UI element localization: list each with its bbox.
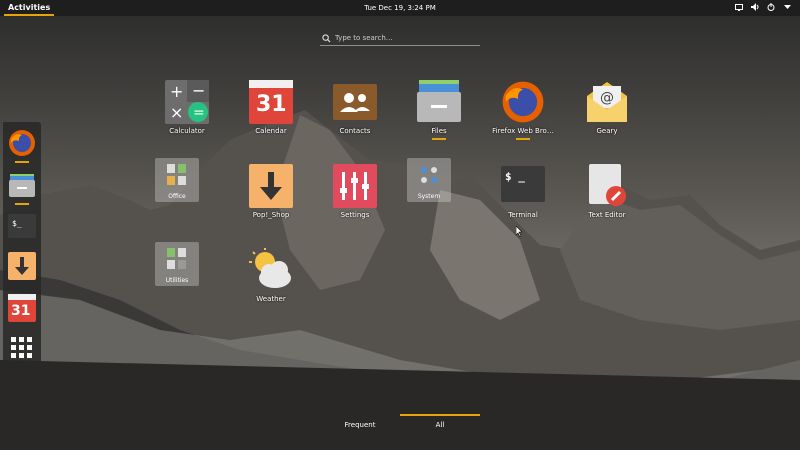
app-folder-office[interactable]: Office [134, 158, 220, 228]
app-calculator[interactable]: + − × = Calculator [144, 80, 230, 150]
firefox-icon [9, 130, 35, 156]
folder-icon: System [407, 158, 451, 202]
utilities-apps-preview [167, 248, 186, 269]
firefox-icon [502, 81, 544, 123]
terminal-prompt: $_ [12, 219, 22, 228]
show-applications-button[interactable] [6, 332, 38, 364]
app-label: Pop!_Shop [252, 211, 290, 219]
app-grid-icon [11, 337, 32, 358]
folder-label: Utilities [165, 277, 189, 284]
calculator-icon: + −× = [165, 80, 209, 124]
activities-button[interactable]: Activities [0, 0, 58, 16]
terminal-prompt: $ _ [505, 170, 525, 183]
shop-icon [8, 252, 36, 280]
running-indicator [432, 138, 446, 140]
app-label: Settings [340, 211, 370, 219]
app-pop-shop[interactable]: Pop!_Shop [228, 164, 314, 234]
app-label: Weather [256, 295, 286, 303]
search-icon [322, 33, 331, 43]
app-label: Calendar [255, 127, 287, 135]
contacts-icon [333, 84, 377, 120]
office-apps-preview [167, 164, 186, 185]
dock-item-terminal[interactable]: $_ [6, 210, 38, 242]
tab-all[interactable]: All [400, 414, 480, 434]
chevron-down-icon[interactable] [782, 4, 792, 12]
app-label: Terminal [508, 211, 538, 219]
search-bar[interactable] [320, 31, 480, 46]
svg-text:@: @ [600, 90, 614, 106]
svg-text:×: × [170, 103, 183, 122]
app-text-editor[interactable]: Text Editor [564, 164, 650, 234]
app-weather[interactable]: Weather [228, 248, 314, 318]
folder-icon: Utilities [155, 242, 199, 286]
clock-label[interactable]: Tue Dec 19, 3:24 PM [364, 4, 436, 12]
clock: Tue Dec 19, 3:24 PM [0, 4, 800, 12]
dock-item-shop[interactable] [6, 250, 38, 282]
app-folder-system[interactable]: System [386, 158, 472, 228]
app-label: Files [431, 127, 447, 135]
dock-item-calendar[interactable]: 31 [6, 292, 38, 324]
app-label: Text Editor [588, 211, 626, 219]
files-icon [417, 80, 461, 122]
svg-text:=: = [193, 105, 205, 121]
app-label: Contacts [339, 127, 371, 135]
top-bar: Activities Tue Dec 19, 3:24 PM [0, 0, 800, 16]
text-editor-icon [589, 164, 626, 206]
power-icon[interactable] [766, 3, 776, 13]
svg-text:−: − [192, 81, 205, 100]
calendar-day: 31 [11, 303, 31, 319]
tab-frequent[interactable]: Frequent [320, 414, 400, 434]
dock-item-firefox[interactable] [6, 127, 38, 163]
app-firefox[interactable]: Firefox Web Bro… [480, 80, 566, 150]
files-icon [9, 174, 35, 197]
folder-label: Office [168, 193, 186, 200]
mail-icon: @ [587, 82, 627, 122]
folder-icon: Office [155, 158, 199, 202]
running-indicator [15, 203, 29, 205]
app-terminal[interactable]: $ _ Terminal [480, 164, 566, 234]
screen-icon[interactable] [734, 3, 744, 13]
app-label: Firefox Web Bro… [492, 127, 554, 135]
svg-text:+: + [170, 82, 183, 101]
search-input[interactable] [331, 34, 479, 42]
running-indicator [516, 138, 530, 140]
weather-icon [249, 248, 291, 288]
app-files[interactable]: Files [396, 80, 482, 150]
view-switcher: Frequent All [320, 414, 480, 434]
app-folder-utilities[interactable]: Utilities [134, 242, 220, 312]
app-label: Geary [596, 127, 618, 135]
calendar-day: 31 [256, 92, 287, 117]
volume-icon[interactable] [750, 3, 760, 13]
app-geary[interactable]: @ Geary [564, 80, 650, 150]
app-label: Calculator [169, 127, 205, 135]
app-contacts[interactable]: Contacts [312, 80, 398, 150]
pointer-icon [515, 225, 523, 238]
system-tray[interactable] [734, 3, 800, 13]
system-apps-preview [421, 167, 437, 183]
dock-item-files[interactable] [6, 169, 38, 205]
app-calendar[interactable]: 31 Calendar [228, 80, 314, 150]
settings-icon [333, 164, 377, 208]
running-indicator [15, 161, 29, 163]
folder-label: System [417, 193, 441, 200]
shop-icon [249, 164, 293, 208]
dock: $_ 31 [3, 122, 41, 366]
